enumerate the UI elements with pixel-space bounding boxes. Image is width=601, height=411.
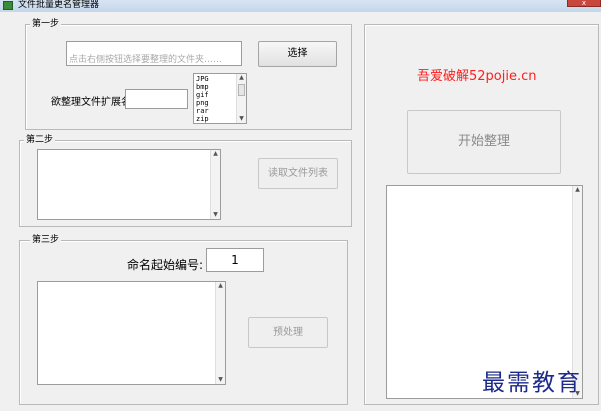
start-number-input[interactable]: 1	[206, 248, 264, 272]
file-list-scrollbar[interactable]: ▲ ▼	[210, 150, 220, 219]
select-folder-button[interactable]: 选择	[258, 41, 337, 67]
preprocess-button[interactable]: 预处理	[248, 317, 328, 348]
extension-item[interactable]: gif	[196, 91, 209, 99]
scroll-thumb[interactable]	[238, 84, 245, 96]
step3-legend: 第三步	[30, 234, 62, 246]
start-number-value: 1	[231, 253, 239, 267]
step3-group: 第三步 命名起始编号: 1 ▲ ▼ 预处理	[19, 234, 348, 405]
extension-item[interactable]: zip	[196, 115, 209, 123]
scroll-down-icon[interactable]: ▼	[216, 376, 225, 384]
step1-legend: 第一步	[30, 18, 62, 30]
extension-input[interactable]	[125, 89, 188, 109]
folder-path-input[interactable]: 点击右侧按钮选择要整理的文件夹……	[66, 41, 242, 66]
read-file-list-button[interactable]: 读取文件列表	[258, 158, 338, 189]
start-number-label: 命名起始编号:	[127, 258, 204, 272]
preview-list[interactable]: ▲ ▼	[37, 281, 226, 385]
folder-path-placeholder: 点击右侧按钮选择要整理的文件夹……	[69, 55, 223, 65]
scroll-up-icon[interactable]: ▲	[237, 74, 246, 82]
title-bar: 文件批量更名管理器 x	[0, 0, 601, 12]
step1-group: 第一步 点击右侧按钮选择要整理的文件夹…… 选择 欲整理文件扩展名: JPG b…	[25, 18, 352, 130]
step2-legend: 第二步	[24, 134, 56, 146]
extension-list[interactable]: JPG bmp gif png rar zip ▲ ▼	[193, 73, 247, 124]
window-title: 文件批量更名管理器	[18, 0, 100, 10]
scroll-up-icon[interactable]: ▲	[216, 282, 225, 290]
scroll-up-icon[interactable]: ▲	[573, 186, 582, 194]
extension-item[interactable]: JPG	[196, 75, 209, 83]
step2-group: 第二步 ▲ ▼ 读取文件列表	[19, 134, 352, 227]
file-list[interactable]: ▲ ▼	[37, 149, 221, 220]
close-button[interactable]: x	[567, 0, 601, 7]
extension-list-scrollbar[interactable]: ▲ ▼	[236, 74, 246, 123]
extension-item[interactable]: bmp	[196, 83, 209, 91]
scroll-down-icon[interactable]: ▼	[237, 115, 246, 123]
extension-item[interactable]: png	[196, 99, 209, 107]
scroll-down-icon[interactable]: ▼	[211, 211, 220, 219]
extension-item[interactable]: rar	[196, 107, 209, 115]
start-organize-button[interactable]: 开始整理	[407, 110, 561, 174]
site-text: 吾爱破解52pojie.cn	[417, 69, 537, 84]
extension-label: 欲整理文件扩展名:	[51, 97, 135, 108]
watermark-text: 最需教育	[482, 370, 582, 396]
preview-list-scrollbar[interactable]: ▲ ▼	[215, 282, 225, 384]
app-icon	[3, 1, 13, 10]
right-panel: 吾爱破解52pojie.cn 开始整理 ▲ ▼	[364, 24, 599, 405]
scroll-up-icon[interactable]: ▲	[211, 150, 220, 158]
